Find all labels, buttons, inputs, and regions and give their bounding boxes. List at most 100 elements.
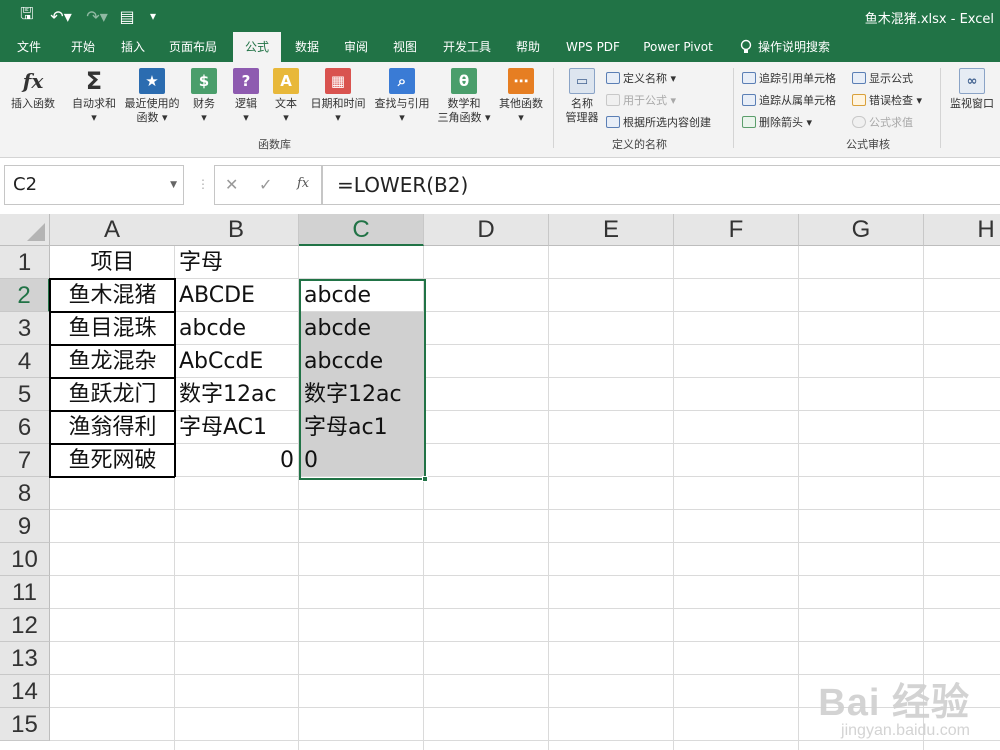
math-trig-button[interactable]: θ 数学和 三角函数 ▾	[434, 66, 494, 125]
tab-formulas[interactable]: 公式	[233, 32, 281, 63]
tab-power-pivot[interactable]: Power Pivot	[636, 32, 720, 62]
customize-icon[interactable]: ▾	[144, 0, 162, 32]
tab-data[interactable]: 数据	[284, 32, 330, 62]
recently-used-button[interactable]: ★ 最近使用的 函数 ▾	[122, 66, 182, 125]
lookup-reference-button[interactable]: ⌕ 查找与引用 ▾	[370, 66, 434, 125]
cell-b7[interactable]: 0	[179, 444, 294, 477]
gridline-horizontal	[50, 740, 1000, 741]
evaluate-formula-icon	[852, 116, 866, 128]
save-icon[interactable]: 🖫	[14, 0, 40, 32]
row-header-13[interactable]: 13	[0, 642, 50, 675]
tab-page-layout[interactable]: 页面布局	[160, 32, 226, 62]
select-all-button[interactable]	[0, 214, 50, 246]
undo-icon[interactable]: ↶▾	[46, 0, 76, 32]
formula-bar: C2 ▼ ⋮ ✕ ✓ fx =LOWER(B2)	[0, 158, 1000, 214]
row-header-15[interactable]: 15	[0, 708, 50, 741]
row-header-2[interactable]: 2	[0, 279, 50, 312]
group-separator	[553, 68, 554, 148]
cell-c7[interactable]: 0	[304, 444, 419, 477]
cancel-icon[interactable]: ✕	[225, 175, 238, 194]
use-in-formula-button[interactable]: 用于公式 ▾	[606, 92, 676, 108]
cell-a2[interactable]: 鱼木混猪	[55, 279, 170, 312]
define-name-button[interactable]: 定义名称 ▾	[606, 70, 676, 86]
row-header-14[interactable]: 14	[0, 675, 50, 708]
column-header-e[interactable]: E	[549, 214, 674, 246]
insert-function-icon[interactable]: fx	[297, 176, 309, 191]
date-time-button[interactable]: ▦ 日期和时间 ▾	[306, 66, 370, 125]
column-header-f[interactable]: F	[674, 214, 799, 246]
trace-precedents-button[interactable]: 追踪引用单元格	[742, 70, 836, 86]
tab-home[interactable]: 开始	[60, 32, 106, 62]
cell-c6[interactable]: 字母ac1	[304, 411, 419, 444]
tab-help[interactable]: 帮助	[506, 32, 550, 62]
watch-window-button[interactable]: ∞ 监视窗口	[944, 66, 1000, 111]
tell-me-search[interactable]: 操作说明搜索	[758, 32, 848, 62]
tab-developer[interactable]: 开发工具	[436, 32, 498, 62]
row-header-7[interactable]: 7	[0, 444, 50, 477]
tab-insert[interactable]: 插入	[110, 32, 156, 62]
column-header-c[interactable]: C	[299, 214, 424, 246]
row-header-1[interactable]: 1	[0, 246, 50, 279]
row-header-8[interactable]: 8	[0, 477, 50, 510]
tab-review[interactable]: 审阅	[333, 32, 379, 62]
name-manager-button[interactable]: ▭ 名称 管理器	[560, 66, 604, 125]
cell-b6[interactable]: 字母AC1	[179, 411, 294, 444]
row-header-4[interactable]: 4	[0, 345, 50, 378]
cell-c2[interactable]: abcde	[304, 279, 419, 312]
cell-a5[interactable]: 鱼跃龙门	[55, 378, 170, 411]
column-header-g[interactable]: G	[799, 214, 924, 246]
column-header-h[interactable]: H	[924, 214, 1000, 246]
cell-a3[interactable]: 鱼目混珠	[55, 312, 170, 345]
enter-icon[interactable]: ✓	[259, 175, 272, 194]
more-functions-button[interactable]: ⋯ 其他函数 ▾	[494, 66, 548, 125]
form-icon[interactable]: ▤	[116, 0, 138, 32]
cell-b2[interactable]: ABCDE	[179, 279, 294, 312]
cell-c1[interactable]	[304, 246, 419, 279]
cell-a7[interactable]: 鱼死网破	[55, 444, 170, 477]
cell-c4[interactable]: abccde	[304, 345, 419, 378]
cell-b1[interactable]: 字母	[179, 246, 294, 279]
create-from-selection-button[interactable]: 根据所选内容创建	[606, 114, 711, 130]
insert-function-button[interactable]: fx 插入函数	[4, 66, 62, 111]
formula-input[interactable]: =LOWER(B2)	[322, 165, 1000, 205]
show-formulas-button[interactable]: 显示公式	[852, 70, 913, 86]
row-header-3[interactable]: 3	[0, 312, 50, 345]
glasses-icon: ∞	[959, 68, 985, 94]
cell-b3[interactable]: abcde	[179, 312, 294, 345]
worksheet-grid[interactable]: ABCDEFGH 1 2 3 4 5 6 7 8 9 10 11 12 13 14 15 项目 鱼木混猪 鱼目混…	[0, 214, 1000, 750]
name-box-dropdown-icon[interactable]: ▼	[170, 166, 177, 204]
evaluate-formula-button[interactable]: 公式求值	[852, 114, 913, 130]
fill-handle[interactable]	[422, 476, 428, 482]
autosum-button[interactable]: Σ 自动求和 ▾	[66, 66, 122, 125]
trace-dependents-button[interactable]: 追踪从属单元格	[742, 92, 836, 108]
name-box[interactable]: C2 ▼	[4, 165, 184, 205]
remove-arrows-button[interactable]: 删除箭头 ▾	[742, 114, 812, 130]
table-border-horizontal	[49, 410, 175, 412]
row-header-10[interactable]: 10	[0, 543, 50, 576]
error-checking-button[interactable]: 错误检查 ▾	[852, 92, 922, 108]
cell-a6[interactable]: 渔翁得利	[55, 411, 170, 444]
text-icon: A	[273, 68, 299, 94]
cell-b4[interactable]: AbCcdE	[179, 345, 294, 378]
cell-a1[interactable]: 项目	[55, 246, 170, 279]
row-header-9[interactable]: 9	[0, 510, 50, 543]
column-header-b[interactable]: B	[174, 214, 299, 246]
gridline-horizontal	[50, 608, 1000, 609]
logical-button[interactable]: ? 逻辑 ▾	[226, 66, 266, 125]
text-button[interactable]: A 文本 ▾	[266, 66, 306, 125]
tab-wps-pdf[interactable]: WPS PDF	[558, 32, 628, 62]
row-header-11[interactable]: 11	[0, 576, 50, 609]
column-header-d[interactable]: D	[424, 214, 549, 246]
financial-button[interactable]: $ 财务 ▾	[184, 66, 224, 125]
row-header-12[interactable]: 12	[0, 609, 50, 642]
cell-c3[interactable]: abcde	[304, 312, 419, 345]
row-header-6[interactable]: 6	[0, 411, 50, 444]
tab-view[interactable]: 视图	[382, 32, 428, 62]
cell-a4[interactable]: 鱼龙混杂	[55, 345, 170, 378]
row-header-5[interactable]: 5	[0, 378, 50, 411]
cell-c5[interactable]: 数字12ac	[304, 378, 419, 411]
cell-b5[interactable]: 数字12ac	[179, 378, 294, 411]
tab-file[interactable]: 文件	[6, 32, 52, 62]
column-header-a[interactable]: A	[50, 214, 175, 246]
redo-icon[interactable]: ↷▾	[82, 0, 112, 32]
